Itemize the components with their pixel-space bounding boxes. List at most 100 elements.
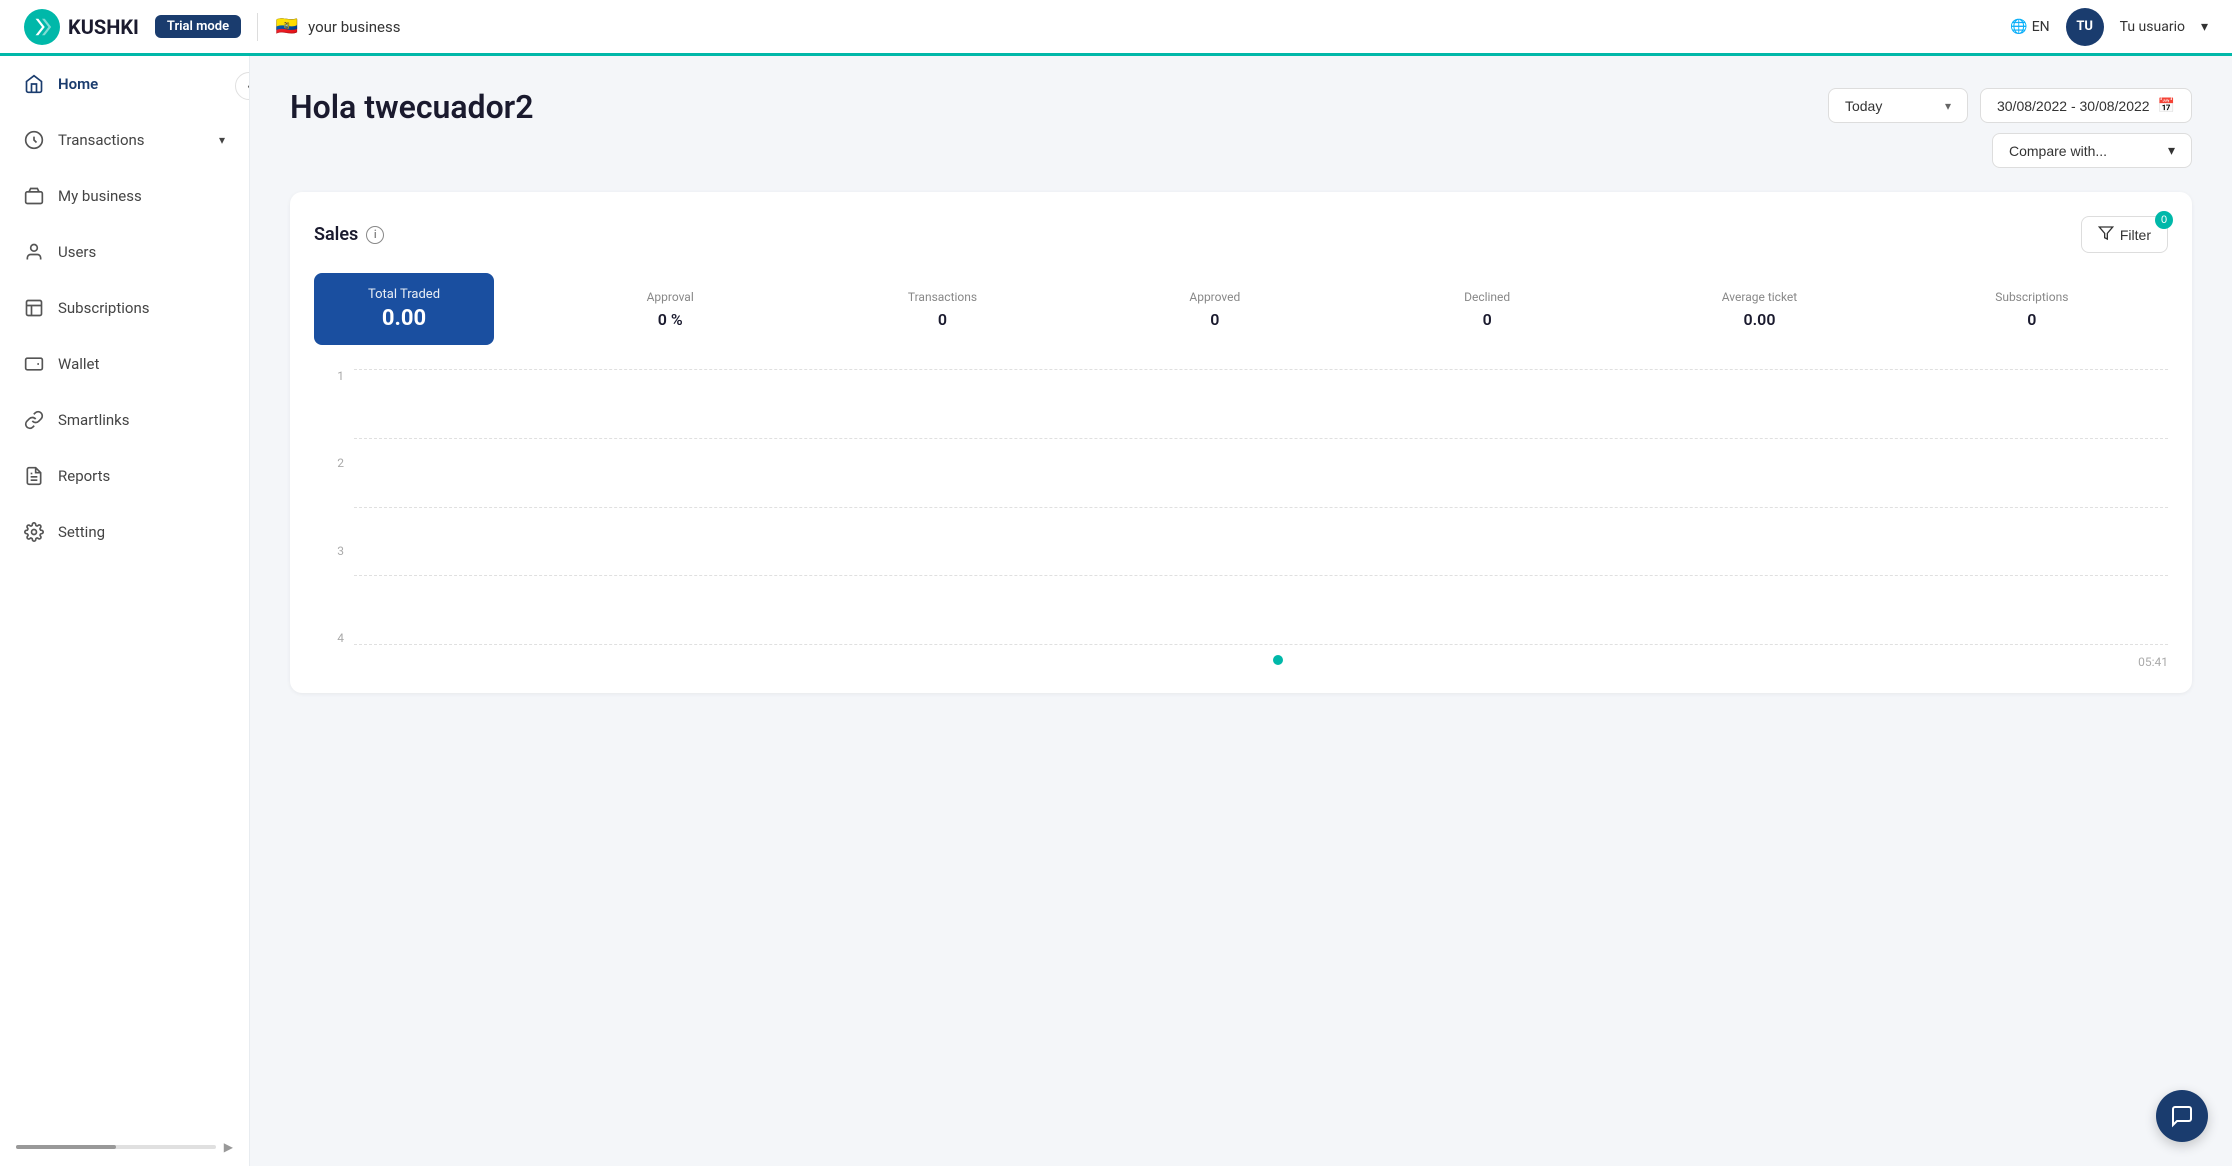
sidebar-expand-icon[interactable]: ▶ <box>224 1140 233 1154</box>
sidebar-item-reports-label: Reports <box>58 467 110 485</box>
date-range-picker[interactable]: 30/08/2022 - 30/08/2022 📅 <box>1980 88 2192 123</box>
chart-area: 4 3 2 1 05:41 <box>314 369 2168 669</box>
sidebar-item-wallet[interactable]: Wallet <box>0 336 249 392</box>
approved-value: 0 <box>1079 310 1351 329</box>
header-controls: Today ▾ 30/08/2022 - 30/08/2022 📅 Compar… <box>1828 88 2192 168</box>
topbar-left: KUSHKI Trial mode 🇪🇨 your business <box>24 9 401 45</box>
country-flag: 🇪🇨 <box>274 14 300 40</box>
avg-ticket-value: 0.00 <box>1623 310 1895 329</box>
chart-grid-line-2 <box>354 507 2168 508</box>
wallet-icon <box>24 354 44 374</box>
globe-icon: 🌐 <box>2010 19 2027 35</box>
chart-y-label-3: 3 <box>314 544 344 558</box>
sidebar-item-transactions-label: Transactions <box>58 131 145 149</box>
trial-badge: Trial mode <box>155 15 241 38</box>
sidebar-item-transactions[interactable]: Transactions ▾ <box>0 112 249 168</box>
chart-y-label-1: 1 <box>314 369 344 383</box>
filter-icon <box>2098 225 2114 244</box>
sidebar: ‹ Home Transactions ▾ My business Users <box>0 56 250 1166</box>
chart-x-label: 05:41 <box>2138 655 2168 669</box>
sidebar-bottom: ▶ <box>0 1128 249 1166</box>
sales-card: Sales i Filter 0 Total Traded 0.00 <box>290 192 2192 693</box>
compare-button[interactable]: Compare with... ▾ <box>1992 133 2192 168</box>
period-dropdown[interactable]: Today ▾ <box>1828 88 1968 123</box>
metrics-row: Total Traded 0.00 Approval 0 % Transacti… <box>314 273 2168 345</box>
kushki-logo: KUSHKI <box>24 9 139 45</box>
metric-subscriptions: Subscriptions 0 <box>1896 290 2168 329</box>
logo-text: KUSHKI <box>68 15 139 39</box>
lang-label: EN <box>2032 19 2050 35</box>
business-name: your business <box>308 18 400 36</box>
sidebar-item-setting[interactable]: Setting <box>0 504 249 560</box>
sidebar-item-wallet-label: Wallet <box>58 355 99 373</box>
sidebar-item-my-business-label: My business <box>58 187 142 205</box>
business-selector[interactable]: 🇪🇨 your business <box>274 14 400 40</box>
chart-grid-line-3 <box>354 438 2168 439</box>
avg-ticket-label: Average ticket <box>1623 290 1895 304</box>
chart-grid-line-4 <box>354 369 2168 370</box>
metric-declined: Declined 0 <box>1351 290 1623 329</box>
transactions-value: 0 <box>806 310 1078 329</box>
metric-total-traded: Total Traded 0.00 <box>314 273 494 345</box>
total-traded-value: 0.00 <box>338 306 470 331</box>
my-business-icon <box>24 186 44 206</box>
subscriptions-icon <box>24 298 44 318</box>
chart-y-label-4: 4 <box>314 631 344 645</box>
sales-header: Sales i Filter 0 <box>314 216 2168 253</box>
period-chevron: ▾ <box>1945 99 1951 113</box>
chart-grid <box>354 369 2168 645</box>
filter-badge: 0 <box>2155 211 2173 229</box>
chart-dot <box>1273 655 1283 665</box>
user-avatar[interactable]: TU <box>2066 8 2104 46</box>
calendar-icon: 📅 <box>2158 97 2175 114</box>
topbar: KUSHKI Trial mode 🇪🇨 your business 🌐 EN … <box>0 0 2232 56</box>
sidebar-item-users[interactable]: Users <box>0 224 249 280</box>
metric-transactions: Transactions 0 <box>806 290 1078 329</box>
layout: ‹ Home Transactions ▾ My business Users <box>0 56 2232 1166</box>
period-label: Today <box>1845 98 1882 114</box>
sidebar-item-reports[interactable]: Reports <box>0 448 249 504</box>
declined-label: Declined <box>1351 290 1623 304</box>
sales-title: Sales i <box>314 224 384 245</box>
sidebar-item-subscriptions-label: Subscriptions <box>58 299 149 317</box>
page-header: Hola twecuador2 Today ▾ 30/08/2022 - 30/… <box>290 88 2192 168</box>
setting-icon <box>24 522 44 542</box>
sidebar-item-my-business[interactable]: My business <box>0 168 249 224</box>
home-icon <box>24 74 44 94</box>
declined-value: 0 <box>1351 310 1623 329</box>
lang-selector[interactable]: 🌐 EN <box>2010 19 2049 35</box>
filter-button[interactable]: Filter 0 <box>2081 216 2168 253</box>
sidebar-scroll-thumb <box>16 1145 116 1149</box>
sidebar-item-home-label: Home <box>58 75 98 93</box>
transactions-icon <box>24 130 44 150</box>
total-traded-label: Total Traded <box>338 287 470 302</box>
transactions-label: Transactions <box>806 290 1078 304</box>
page-title: Hola twecuador2 <box>290 88 533 126</box>
sidebar-item-smartlinks-label: Smartlinks <box>58 411 130 429</box>
chart-grid-line-0 <box>354 644 2168 645</box>
sales-info-icon[interactable]: i <box>366 226 384 244</box>
subscriptions-value: 0 <box>1896 310 2168 329</box>
reports-icon <box>24 466 44 486</box>
users-icon <box>24 242 44 262</box>
metric-avg-ticket: Average ticket 0.00 <box>1623 290 1895 329</box>
topbar-divider <box>257 13 258 41</box>
compare-label: Compare with... <box>2009 143 2107 159</box>
sidebar-item-smartlinks[interactable]: Smartlinks <box>0 392 249 448</box>
metric-approved: Approved 0 <box>1079 290 1351 329</box>
approval-value: 0 % <box>534 310 806 329</box>
sidebar-item-setting-label: Setting <box>58 523 105 541</box>
sidebar-item-users-label: Users <box>58 243 96 261</box>
user-menu-chevron[interactable]: ▾ <box>2201 19 2208 35</box>
sales-label: Sales <box>314 224 358 245</box>
sidebar-scroll-track <box>16 1145 216 1149</box>
header-controls-top: Today ▾ 30/08/2022 - 30/08/2022 📅 <box>1828 88 2192 123</box>
chart-grid-line-1 <box>354 575 2168 576</box>
sidebar-item-home[interactable]: Home <box>0 56 249 112</box>
topbar-right: 🌐 EN TU Tu usuario ▾ <box>2010 8 2208 46</box>
sidebar-item-subscriptions[interactable]: Subscriptions <box>0 280 249 336</box>
smartlinks-icon <box>24 410 44 430</box>
compare-chevron: ▾ <box>2168 142 2175 159</box>
chat-fab[interactable] <box>2156 1090 2208 1142</box>
transactions-chevron: ▾ <box>219 133 225 147</box>
